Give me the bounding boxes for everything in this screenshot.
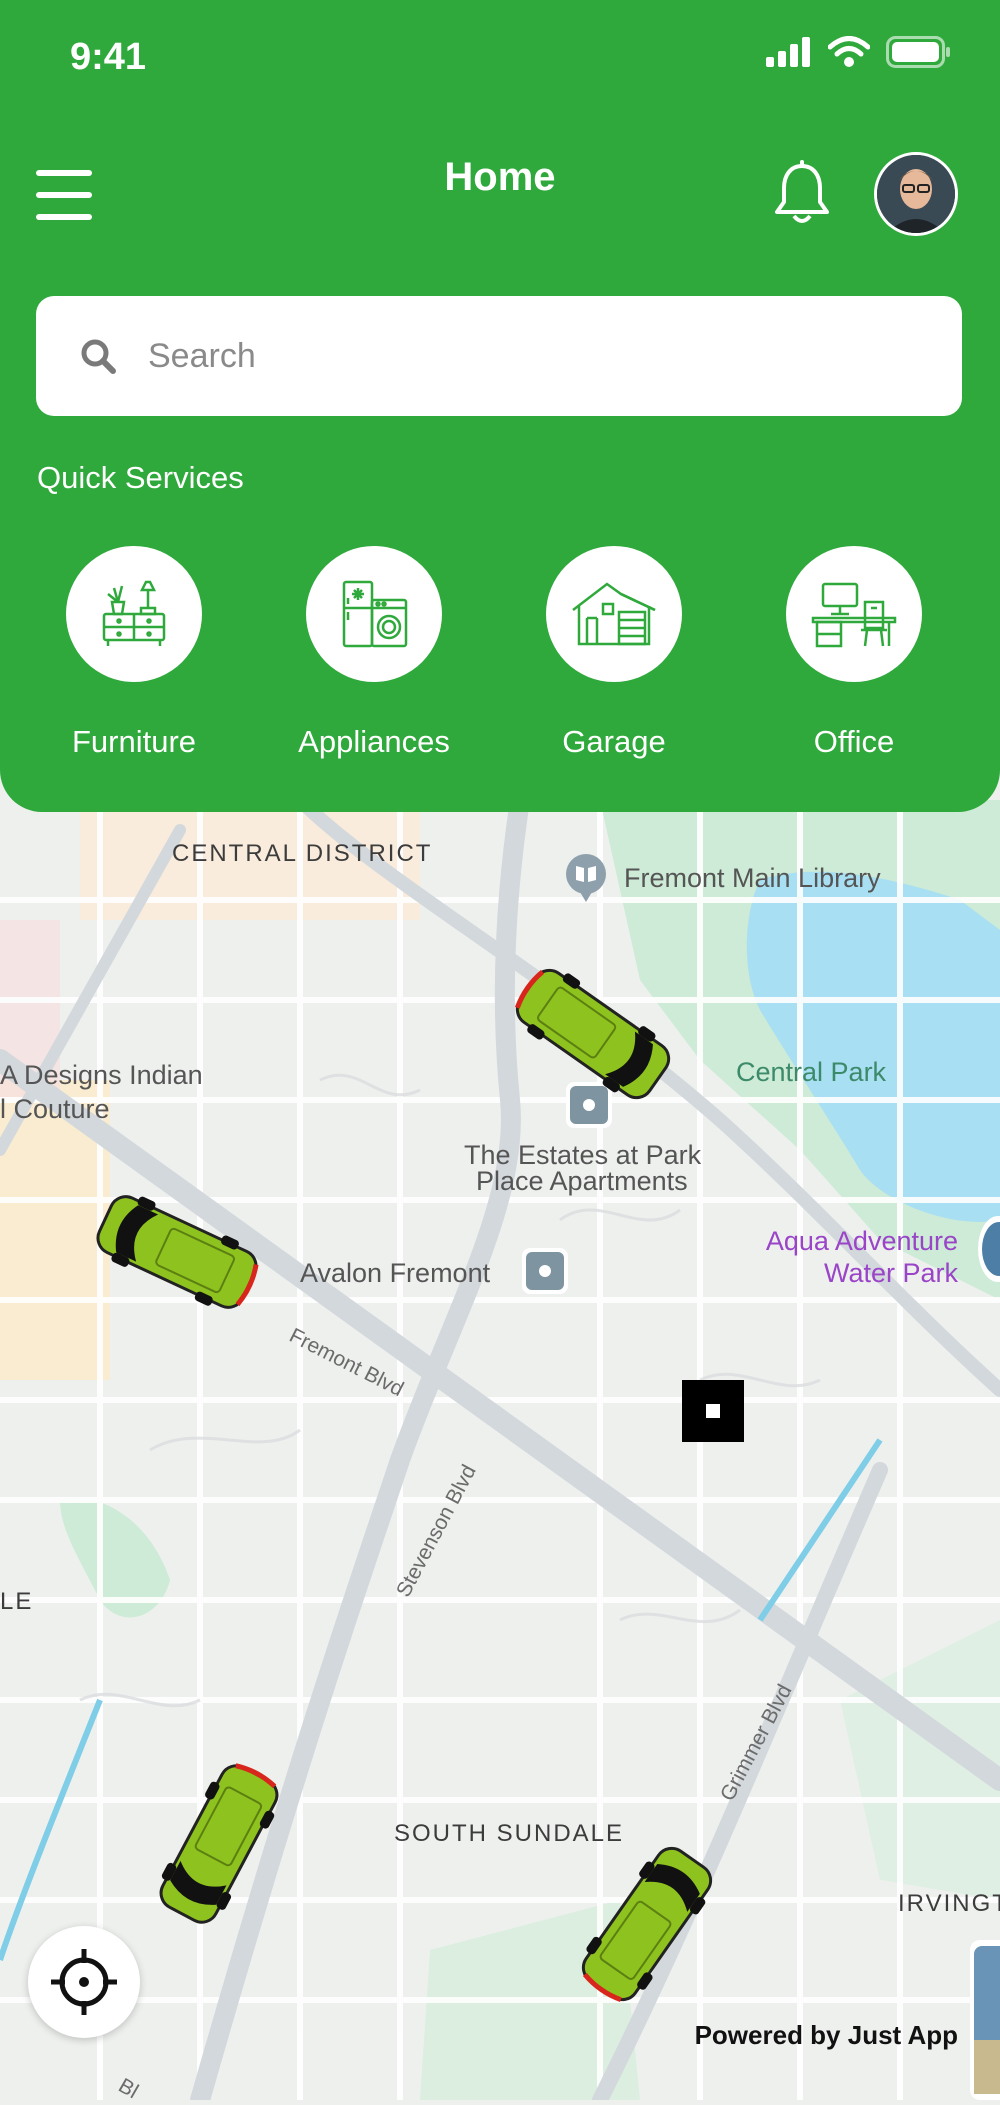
notifications-button[interactable] bbox=[772, 160, 832, 226]
office-icon bbox=[811, 582, 897, 648]
crosshair-icon bbox=[51, 1949, 117, 2015]
map-label-south-sundale: SOUTH SUNDALE bbox=[394, 1820, 625, 1847]
service-garage[interactable]: Garage bbox=[514, 546, 714, 760]
service-label-office: Office bbox=[813, 724, 895, 759]
map-label-aqua-line2: Water Park bbox=[823, 1258, 958, 1288]
library-pin-icon[interactable] bbox=[562, 852, 610, 913]
wifi-icon bbox=[828, 36, 870, 67]
user-photo bbox=[877, 155, 955, 233]
map-label-library: Fremont Main Library bbox=[624, 863, 881, 893]
map-label-avalon: Avalon Fremont bbox=[300, 1258, 491, 1288]
search-icon bbox=[81, 339, 116, 374]
battery-icon bbox=[886, 36, 950, 68]
garage-icon bbox=[572, 582, 656, 646]
map-label-estates-line2: Place Apartments bbox=[476, 1166, 688, 1196]
bell-icon bbox=[775, 160, 829, 223]
search-bar[interactable] bbox=[36, 296, 962, 416]
search-input[interactable] bbox=[146, 335, 910, 377]
page-title: Home bbox=[444, 155, 556, 199]
map-label-le: LE bbox=[0, 1588, 34, 1615]
service-label-furniture: Furniture bbox=[71, 724, 197, 759]
signal-icon bbox=[766, 37, 810, 67]
map-label-designs-line1: A Designs Indian bbox=[0, 1060, 203, 1090]
estates-pin-icon[interactable] bbox=[564, 1080, 614, 1135]
service-appliances[interactable]: Appliances bbox=[274, 546, 474, 760]
service-office[interactable]: Office bbox=[754, 546, 954, 760]
service-label-appliances: Appliances bbox=[298, 724, 450, 759]
water-park-thumbnail[interactable] bbox=[976, 1214, 1000, 1289]
map-label-irvington: IRVINGT bbox=[898, 1890, 1000, 1917]
map-label-central-park: Central Park bbox=[736, 1057, 887, 1087]
map-label-central-district: CENTRAL DISTRICT bbox=[172, 840, 433, 867]
quick-services-label: Quick Services bbox=[37, 460, 244, 495]
appliances-icon bbox=[342, 580, 408, 648]
status-icons bbox=[766, 36, 950, 68]
header-panel: 9:41 Home Search Quick Services Furnitur… bbox=[0, 0, 1000, 812]
avalon-pin-icon[interactable] bbox=[520, 1246, 570, 1301]
map-label-designs-line2: l Couture bbox=[0, 1094, 110, 1124]
status-time: 9:41 bbox=[70, 36, 147, 78]
service-label-garage: Garage bbox=[562, 724, 666, 759]
map-label-aqua-line1: Aqua Adventure bbox=[765, 1226, 958, 1256]
furniture-icon bbox=[102, 580, 166, 646]
place-thumbnail[interactable] bbox=[970, 1940, 1000, 2105]
service-furniture[interactable]: Furniture bbox=[34, 546, 234, 760]
selected-location-marker[interactable] bbox=[682, 1380, 744, 1447]
powered-by-label: Powered by Just App bbox=[694, 2020, 958, 2050]
avatar[interactable] bbox=[874, 152, 958, 236]
locate-me-button[interactable] bbox=[28, 1926, 140, 2038]
